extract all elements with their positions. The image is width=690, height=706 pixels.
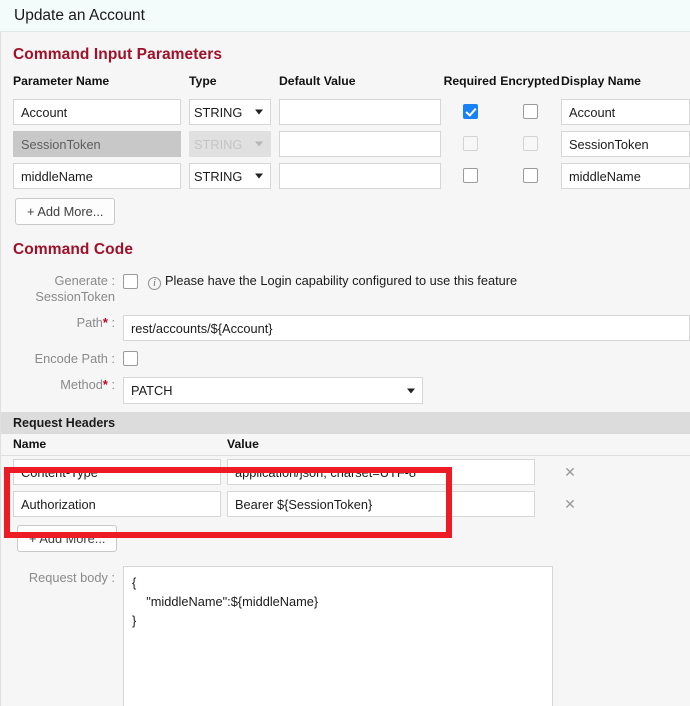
- parameter-name-input: [13, 131, 181, 157]
- method-select[interactable]: PATCH: [123, 377, 423, 404]
- request-header-row-authorization: ✕: [1, 488, 690, 520]
- encode-path-row: Encode Path :: [1, 351, 690, 367]
- encrypted-checkbox[interactable]: [522, 168, 538, 184]
- parameter-name-input[interactable]: [13, 99, 181, 125]
- column-header-required: Required: [443, 74, 497, 88]
- parameter-type-select[interactable]: STRING: [189, 163, 271, 189]
- dialog-body: Command Input Parameters Parameter Name …: [0, 32, 690, 706]
- column-header-encrypted: Encrypted: [500, 74, 560, 88]
- add-more-parameter-button[interactable]: + Add More...: [15, 198, 116, 225]
- method-label: Method* :: [1, 377, 123, 393]
- info-circle-icon: i: [148, 277, 161, 290]
- column-header-default-value: Default Value: [279, 74, 356, 88]
- generate-session-token-label: Generate : SessionToken: [1, 273, 123, 305]
- method-select-wrapper[interactable]: PATCH: [123, 377, 423, 404]
- request-header-row-content-type: ✕: [1, 456, 690, 488]
- generate-session-token-label-line1: Generate :: [54, 273, 115, 288]
- generate-session-token-checkbox[interactable]: [123, 274, 138, 289]
- default-value-input[interactable]: [279, 99, 441, 125]
- path-label-text: Path: [76, 315, 103, 330]
- header-value-input[interactable]: [227, 459, 535, 485]
- section-heading-input-parameters: Command Input Parameters: [13, 46, 223, 63]
- close-x-icon[interactable]: ✕: [535, 496, 605, 513]
- table-header-row: Parameter Name Type Default Value Requir…: [1, 74, 690, 96]
- page-title: Update an Account: [14, 6, 145, 24]
- request-headers-title: Request Headers: [1, 412, 690, 434]
- path-label: Path* :: [1, 315, 123, 331]
- method-label-text: Method: [60, 377, 103, 392]
- display-name-input[interactable]: [561, 131, 690, 157]
- generate-session-token-row: Generate : SessionToken i Please have the…: [1, 273, 690, 305]
- required-checkbox[interactable]: [462, 104, 478, 120]
- encrypted-checkbox[interactable]: [522, 104, 538, 120]
- column-header-display-name: Display Name: [561, 74, 641, 88]
- parameter-name-input[interactable]: [13, 163, 181, 189]
- parameter-type-select[interactable]: STRING: [189, 99, 271, 125]
- header-value-input[interactable]: [227, 491, 535, 517]
- display-name-input[interactable]: [561, 99, 690, 125]
- parameter-type-select-wrapper[interactable]: STRING: [189, 163, 271, 189]
- path-row: Path* :: [1, 315, 690, 341]
- column-header-header-value: Value: [227, 437, 259, 451]
- add-more-header-button[interactable]: + Add More...: [17, 525, 118, 552]
- column-header-header-name: Name: [13, 437, 47, 451]
- header-name-input[interactable]: [13, 459, 221, 485]
- column-header-type: Type: [189, 74, 217, 88]
- generate-session-token-label-line2: SessionToken: [35, 289, 115, 304]
- method-label-colon: :: [111, 377, 115, 392]
- encode-path-label: Encode Path :: [34, 351, 115, 366]
- path-required-asterisk: *: [102, 315, 108, 330]
- generate-session-token-info: i Please have the Login capability config…: [148, 273, 517, 290]
- default-value-input[interactable]: [279, 131, 441, 157]
- close-x-icon[interactable]: ✕: [535, 464, 605, 481]
- request-headers-column-row: Name Value: [1, 434, 690, 456]
- table-row: STRING: [1, 128, 690, 160]
- table-row: STRING: [1, 96, 690, 128]
- encrypted-checkbox: [522, 136, 538, 152]
- column-header-parameter-name: Parameter Name: [13, 74, 110, 88]
- generate-session-token-info-text: Please have the Login capability configu…: [165, 273, 518, 288]
- update-account-dialog: Update an Account Command Input Paramete…: [0, 0, 690, 706]
- table-row: STRING: [1, 160, 690, 192]
- command-input-parameters-table: Parameter Name Type Default Value Requir…: [1, 74, 690, 192]
- request-body-row: Request body : { "middleName":${middleNa…: [1, 566, 690, 706]
- header-name-input[interactable]: [13, 491, 221, 517]
- encode-path-checkbox[interactable]: [123, 351, 138, 366]
- dialog-titlebar: Update an Account: [0, 0, 690, 32]
- method-required-asterisk: *: [102, 377, 108, 392]
- path-label-colon: :: [111, 315, 115, 330]
- section-heading-command-code: Command Code: [13, 241, 134, 258]
- default-value-input[interactable]: [279, 163, 441, 189]
- request-body-textarea[interactable]: { "middleName":${middleName} }: [123, 566, 553, 706]
- parameter-type-select: STRING: [189, 131, 271, 157]
- parameter-type-select-wrapper: STRING: [189, 131, 271, 157]
- display-name-input[interactable]: [561, 163, 690, 189]
- request-body-label: Request body :: [28, 570, 115, 585]
- required-checkbox: [462, 136, 478, 152]
- method-row: Method* : PATCH: [1, 377, 690, 404]
- parameter-type-select-wrapper[interactable]: STRING: [189, 99, 271, 125]
- required-checkbox[interactable]: [462, 168, 478, 184]
- path-input[interactable]: [123, 315, 690, 341]
